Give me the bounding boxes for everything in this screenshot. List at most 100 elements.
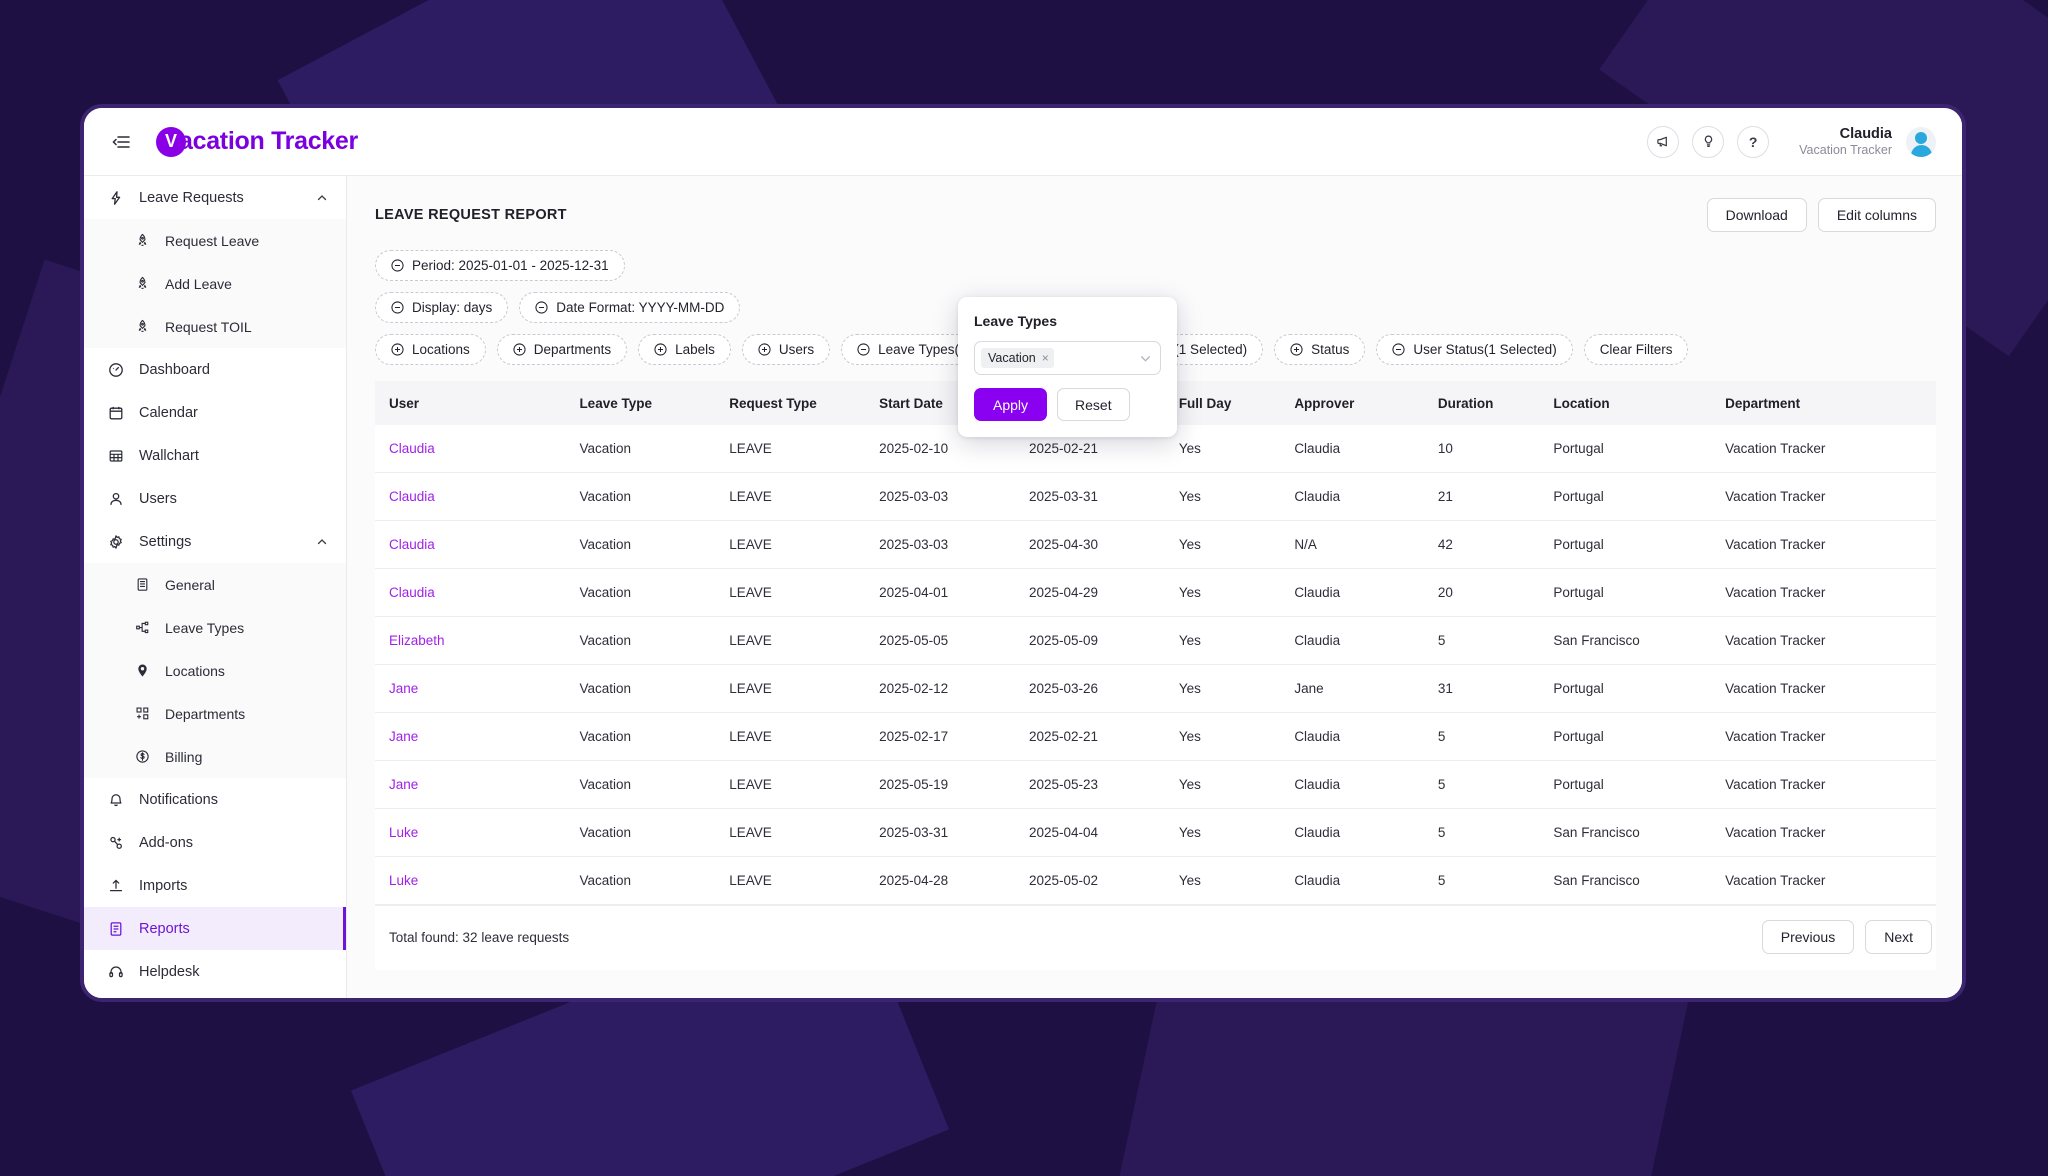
- user-menu[interactable]: Claudia Vacation Tracker: [1799, 125, 1936, 159]
- cell-user[interactable]: Elizabeth: [375, 616, 566, 665]
- sidebar-item-notifications[interactable]: Notifications: [84, 778, 346, 821]
- filter-chip-date-format[interactable]: Date Format: YYYY-MM-DD: [519, 292, 741, 323]
- brand-mark-icon: V: [156, 126, 186, 157]
- sidebar-item-settings[interactable]: Settings: [84, 520, 346, 563]
- user-link[interactable]: Jane: [389, 729, 418, 744]
- sidebar-item-helpdesk[interactable]: Helpdesk: [84, 950, 346, 993]
- sidebar-item-imports[interactable]: Imports: [84, 864, 346, 907]
- cell-user[interactable]: Jane: [375, 760, 566, 809]
- filter-chip-label: Clear Filters: [1599, 342, 1673, 357]
- sidebar-item-leave-requests[interactable]: Leave Requests: [84, 176, 346, 219]
- cell-end-date: 2025-04-30: [1014, 520, 1165, 569]
- sidebar-item-billing[interactable]: Billing: [84, 735, 346, 778]
- sidebar-item-request-toil[interactable]: Request TOIL: [84, 305, 346, 348]
- sidebar-item-calendar[interactable]: Calendar: [84, 391, 346, 434]
- sidebar-item-add-ons[interactable]: Add-ons: [84, 821, 346, 864]
- report-table: User Leave Type Request Type Start Date …: [375, 381, 1936, 905]
- user-link[interactable]: Claudia: [389, 537, 435, 552]
- column-header-approver[interactable]: Approver: [1280, 381, 1424, 425]
- brand-logo-group[interactable]: V acation Tracker: [156, 126, 358, 157]
- cell-user[interactable]: Claudia: [375, 472, 566, 521]
- brand-name: acation Tracker: [179, 127, 358, 155]
- body-row: Leave Requests Request Leave Add Leave R…: [84, 176, 1962, 998]
- cell-user[interactable]: Luke: [375, 808, 566, 857]
- edit-columns-button[interactable]: Edit columns: [1817, 198, 1936, 232]
- cell-user[interactable]: Jane: [375, 712, 566, 761]
- filter-chip-period[interactable]: Period: 2025-01-01 - 2025-12-31: [375, 250, 625, 281]
- cell-request-type: LEAVE: [715, 425, 866, 473]
- sidebar-item-request-leave[interactable]: Request Leave: [84, 219, 346, 262]
- cell-start-date: 2025-03-31: [865, 808, 1015, 857]
- clear-filters-button[interactable]: Clear Filters: [1583, 334, 1689, 365]
- user-link[interactable]: Claudia: [389, 489, 435, 504]
- reset-button[interactable]: Reset: [1057, 388, 1130, 421]
- filter-chip-label: User Status(1 Selected): [1413, 342, 1557, 357]
- helpdesk-icon: [106, 962, 126, 982]
- sidebar-item-label: Settings: [139, 533, 192, 550]
- help-icon[interactable]: ?: [1737, 125, 1770, 158]
- cell-user[interactable]: Claudia: [375, 425, 566, 473]
- cell-location: Portugal: [1539, 520, 1712, 569]
- apply-button[interactable]: Apply: [974, 388, 1048, 421]
- column-header-location[interactable]: Location: [1539, 381, 1712, 425]
- user-link[interactable]: Jane: [389, 681, 418, 696]
- cell-user[interactable]: Luke: [375, 856, 566, 905]
- download-button[interactable]: Download: [1706, 198, 1807, 232]
- leave-types-select[interactable]: Vacation ×: [974, 341, 1161, 375]
- sidebar-item-general[interactable]: General: [84, 563, 346, 606]
- table-row: Luke Vacation LEAVE 2025-03-31 2025-04-04 Yes…: [375, 808, 1936, 857]
- squares-plus-icon: [132, 704, 152, 724]
- column-header-request-type[interactable]: Request Type: [715, 381, 866, 425]
- map-pin-icon: [132, 661, 152, 681]
- cell-duration: 42: [1423, 520, 1540, 569]
- cell-duration: 5: [1423, 808, 1540, 857]
- column-header-leave-type[interactable]: Leave Type: [565, 381, 716, 425]
- remove-tag-icon[interactable]: ×: [1042, 352, 1049, 364]
- column-header-user[interactable]: User: [375, 381, 566, 425]
- previous-button[interactable]: Previous: [1761, 920, 1855, 954]
- hamburger-menu-icon[interactable]: [108, 129, 134, 155]
- lightbulb-icon[interactable]: [1692, 125, 1725, 158]
- filter-chip-departments[interactable]: Departments: [496, 334, 628, 365]
- sidebar-item-dashboard[interactable]: Dashboard: [84, 348, 346, 391]
- chevron-down-icon[interactable]: [1139, 352, 1152, 365]
- filter-chip-locations[interactable]: Locations: [375, 334, 486, 365]
- plus-circle-icon: [758, 343, 771, 356]
- filter-chip-users[interactable]: Users: [741, 334, 831, 365]
- cell-location: Portugal: [1539, 472, 1712, 521]
- cell-leave-type: Vacation: [565, 472, 716, 521]
- filter-chip-display[interactable]: Display: days: [375, 292, 509, 323]
- user-link[interactable]: Luke: [389, 825, 418, 840]
- sidebar-item-add-leave[interactable]: Add Leave: [84, 262, 346, 305]
- announcement-icon[interactable]: [1647, 125, 1680, 158]
- cell-user[interactable]: Jane: [375, 664, 566, 713]
- column-header-full-day[interactable]: Full Day: [1164, 381, 1281, 425]
- cell-user[interactable]: Claudia: [375, 520, 566, 569]
- cell-department: Vacation Tracker: [1711, 808, 1936, 857]
- user-link[interactable]: Claudia: [389, 441, 435, 456]
- filter-chip-user-status[interactable]: User Status(1 Selected): [1376, 334, 1573, 365]
- avatar[interactable]: [1906, 126, 1936, 157]
- user-link[interactable]: Luke: [389, 873, 418, 888]
- user-link[interactable]: Elizabeth: [389, 633, 445, 648]
- sidebar-item-wallchart[interactable]: Wallchart: [84, 434, 346, 477]
- user-link[interactable]: Jane: [389, 777, 418, 792]
- cell-user[interactable]: Claudia: [375, 568, 566, 617]
- sidebar-item-locations[interactable]: Locations: [84, 649, 346, 692]
- next-button[interactable]: Next: [1865, 920, 1932, 954]
- sidebar-item-departments[interactable]: Departments: [84, 692, 346, 735]
- user-link[interactable]: Claudia: [389, 585, 435, 600]
- calendar-icon: [106, 403, 126, 423]
- pagination: Previous Next: [1761, 920, 1936, 954]
- column-header-duration[interactable]: Duration: [1423, 381, 1540, 425]
- table-row: Luke Vacation LEAVE 2025-04-28 2025-05-02 Yes…: [375, 856, 1936, 905]
- sidebar-item-reports[interactable]: Reports: [84, 907, 346, 950]
- filter-chip-status[interactable]: Status: [1274, 334, 1366, 365]
- lightning-icon: [106, 188, 126, 208]
- cell-start-date: 2025-03-03: [865, 472, 1015, 521]
- sidebar-item-label: Dashboard: [139, 361, 210, 378]
- sidebar-item-leave-types[interactable]: Leave Types: [84, 606, 346, 649]
- sidebar-item-users[interactable]: Users: [84, 477, 346, 520]
- column-header-department[interactable]: Department: [1711, 381, 1936, 425]
- filter-chip-labels[interactable]: Labels: [638, 334, 731, 365]
